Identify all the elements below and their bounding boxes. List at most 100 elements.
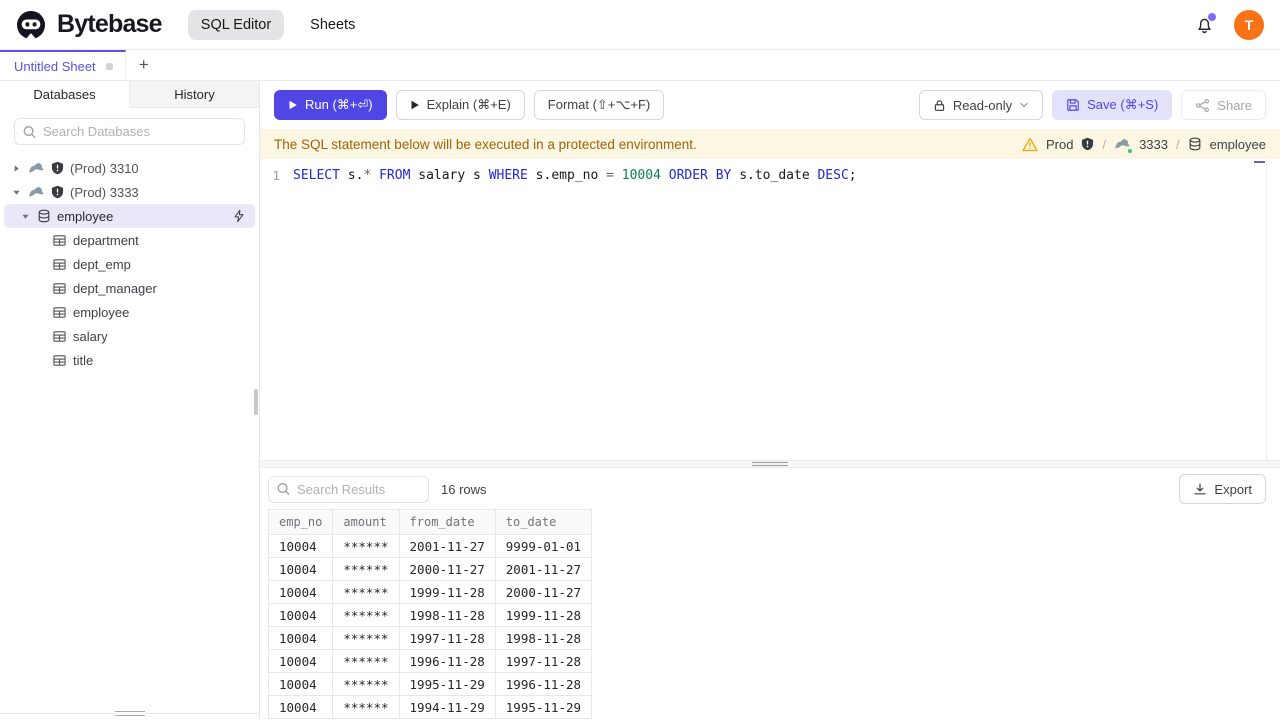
instance-label: (Prod) 3333 (70, 184, 139, 200)
sidebar-table-item[interactable]: department (0, 228, 259, 252)
chevron-down-icon (1019, 100, 1029, 110)
sidebar: Databases History Search Databases (Prod… (0, 81, 260, 720)
result-row[interactable]: 10004 ****** 1999-11-28 2000-11-27 (267, 580, 593, 604)
sidebar-scrollbar-thumb[interactable] (254, 389, 258, 415)
sql-editor[interactable]: 1 SELECT s.* FROM salary s WHERE s.emp_n… (260, 159, 1280, 460)
result-cell: ****** (332, 695, 400, 719)
sql-token: 10004 (621, 168, 661, 183)
breadcrumb-separator: / (1102, 136, 1107, 152)
notifications-button[interactable] (1195, 13, 1216, 34)
result-row[interactable]: 10004 ****** 1997-11-28 1998-11-28 (267, 626, 593, 650)
connect-flash-icon[interactable] (232, 209, 246, 223)
sidebar-table-label: department (73, 232, 139, 248)
add-sheet-button[interactable]: + (126, 50, 162, 80)
save-button[interactable]: Save (⌘+S) (1052, 90, 1173, 120)
result-row[interactable]: 10004 ****** 1995-11-29 1996-11-28 (267, 672, 593, 696)
database-icon (1188, 137, 1202, 151)
tab-databases[interactable]: Databases (0, 81, 130, 108)
splitter-grip[interactable] (114, 711, 145, 716)
result-cell: 1996-11-28 (494, 672, 593, 696)
bytebase-logo[interactable]: Bytebase (14, 8, 163, 42)
sql-token: = (606, 168, 614, 183)
explain-button[interactable]: Explain (⌘+E) (395, 90, 525, 120)
sidebar-table-label: dept_manager (73, 280, 157, 296)
result-cell: 1999-11-28 (398, 580, 496, 604)
mysql-icon (28, 184, 45, 201)
connection-breadcrumb: Prod / 3333 / employee (1022, 136, 1266, 154)
bytebase-logo-icon (14, 8, 48, 42)
sidebar-table-item[interactable]: employee (0, 300, 259, 324)
results-splitter[interactable] (260, 460, 1280, 468)
shield-icon (1081, 137, 1094, 151)
nav-sheets[interactable]: Sheets (310, 17, 355, 33)
result-cell: ****** (332, 603, 400, 627)
table-icon (53, 282, 66, 295)
line-number: 1 (272, 168, 280, 183)
splitter-grip[interactable] (752, 462, 788, 466)
sql-token: s.emp_no (527, 168, 607, 183)
result-cell: 1998-11-28 (494, 626, 593, 650)
result-cell: 1997-11-28 (398, 626, 496, 650)
cursor-position-mark (1254, 161, 1265, 163)
result-cell: 1998-11-28 (398, 603, 496, 627)
format-button[interactable]: Format (⇧+⌥+F) (533, 90, 665, 120)
main-nav: SQL Editor Sheets (187, 9, 355, 40)
run-label: Run (⌘+⏎) (305, 97, 373, 112)
search-databases-input[interactable] (14, 118, 245, 145)
result-row[interactable]: 10004 ****** 1996-11-28 1997-11-28 (267, 649, 593, 673)
tab-untitled-sheet[interactable]: Untitled Sheet (0, 50, 126, 80)
result-row[interactable]: 10004 ****** 1998-11-28 1999-11-28 (267, 603, 593, 627)
result-cell: 1994-11-29 (398, 695, 496, 719)
readonly-mode-button[interactable]: Read-only (918, 90, 1044, 120)
share-button[interactable]: Share (1181, 90, 1266, 120)
lock-icon (933, 99, 946, 112)
search-results-input[interactable] (268, 475, 429, 503)
result-row[interactable]: 10004 ****** 2000-11-27 2001-11-27 (267, 557, 593, 581)
result-cell: 1995-11-29 (398, 672, 496, 696)
explain-label: Explain (⌘+E) (426, 97, 511, 112)
sidebar-table-item[interactable]: dept_emp (0, 252, 259, 276)
warning-icon (1022, 137, 1038, 152)
sidebar-table-item[interactable]: salary (0, 324, 259, 348)
result-cell: 2000-11-27 (494, 580, 593, 604)
result-cell: 10004 (267, 672, 334, 696)
table-icon (53, 306, 66, 319)
mysql-icon (1114, 136, 1134, 154)
export-label: Export (1214, 481, 1252, 497)
tab-history[interactable]: History (130, 81, 259, 108)
sidebar-bottom-splitter[interactable] (0, 711, 259, 716)
result-row[interactable]: 10004 ****** 2001-11-27 9999-01-01 (267, 534, 593, 558)
environment-label: Prod (1045, 136, 1074, 152)
sidebar-table-item[interactable]: title (0, 348, 259, 372)
sidebar-table-item[interactable]: dept_manager (0, 276, 259, 300)
result-cell: 1999-11-28 (494, 603, 593, 627)
export-button[interactable]: Export (1179, 474, 1266, 504)
instance-label: (Prod) 3310 (70, 160, 139, 176)
database-label: employee (57, 208, 114, 224)
instance-item[interactable]: (Prod) 3333 (0, 180, 259, 204)
breadcrumb-separator: / (1176, 136, 1180, 152)
readonly-label: Read-only (952, 97, 1013, 113)
result-rows: 10004 ****** 2001-11-27 9999-01-01 10004 ****… (267, 534, 593, 719)
chevron-right-icon (11, 164, 22, 173)
app-header: Bytebase SQL Editor Sheets T (0, 0, 1280, 50)
avatar[interactable]: T (1234, 9, 1264, 40)
result-cell: ****** (332, 557, 400, 581)
result-cell: 10004 (267, 580, 334, 604)
sidebar-tabs: Databases History (0, 81, 259, 108)
instance-item[interactable]: (Prod) 3310 (0, 156, 259, 180)
run-button[interactable]: Run (⌘+⏎) (274, 90, 387, 120)
sql-token: FROM (379, 168, 411, 183)
database-item-selected[interactable]: employee (4, 204, 255, 228)
column-header: amount (332, 509, 400, 535)
result-cell: 2001-11-27 (494, 557, 593, 581)
nav-sql-editor[interactable]: SQL Editor (187, 9, 285, 40)
result-cell: ****** (332, 534, 400, 558)
result-row[interactable]: 10004 ****** 1994-11-29 1995-11-29 (267, 695, 593, 719)
instance-label: 3333 (1139, 136, 1168, 152)
sidebar-table-label: salary (73, 328, 108, 344)
brand-name: Bytebase (57, 10, 163, 38)
bytebase-app: Bytebase SQL Editor Sheets T Untitled Sh… (0, 0, 1280, 720)
mysql-icon (28, 160, 45, 177)
